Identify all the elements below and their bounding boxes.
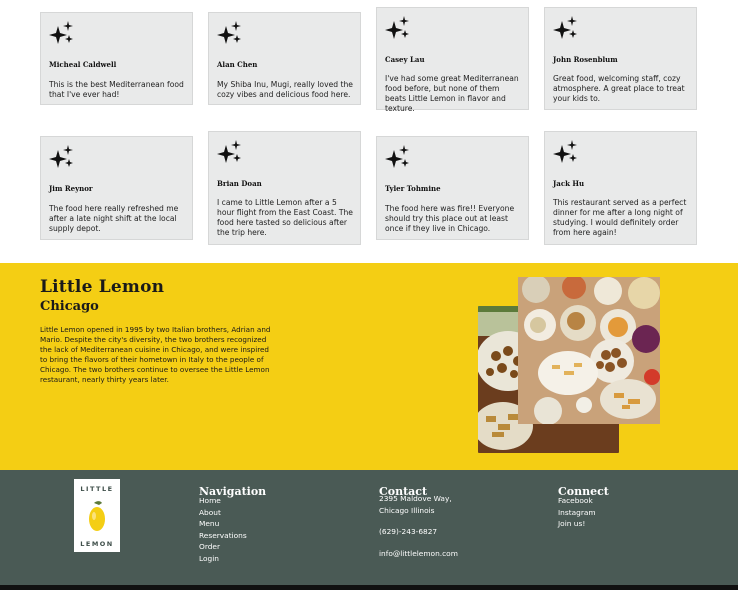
lemon-icon (89, 501, 105, 531)
footer-link-order[interactable]: Order (199, 541, 247, 553)
footer-contact: Contact 2395 Maldove Way, Chicago Illino… (379, 486, 458, 559)
review-text: My Shiba Inu, Mugi, really loved the coz… (217, 80, 353, 99)
reviewer-name: Jack Hu (553, 179, 585, 188)
reviewer-name: Micheal Caldwell (49, 60, 117, 69)
reviewer-name: Tyler Tohmine (385, 184, 441, 193)
footer-link-about[interactable]: About (199, 507, 247, 519)
reviewer-name: Alan Chen (217, 60, 258, 69)
footer-connect: Connect Facebook Instagram Join us! (558, 486, 609, 529)
testimonial-card: Casey Lau I've had some great Mediterran… (376, 7, 529, 113)
reviewer-name: Brian Doan (217, 179, 262, 188)
about-section: Little Lemon Chicago Little Lemon opened… (0, 263, 738, 470)
footer-link-menu[interactable]: Menu (199, 518, 247, 530)
sparkle-icon (217, 140, 241, 163)
review-text: Great food, welcoming staff, cozy atmosp… (553, 74, 685, 103)
sparkle-icon (553, 140, 577, 163)
review-text: The food here was fire!! Everyone should… (385, 204, 515, 233)
footer-link-facebook[interactable]: Facebook (558, 495, 596, 507)
testimonial-card: Brian Doan I came to Little Lemon after … (208, 131, 361, 245)
footer-link-login[interactable]: Login (199, 553, 247, 565)
reviewer-name: John Rosenblum (553, 55, 618, 64)
sparkle-icon (49, 21, 73, 44)
reviewer-name: Jim Reynor (49, 184, 93, 193)
about-description: Little Lemon opened in 1995 by two Itali… (40, 325, 271, 384)
review-text: This is the best Mediterranean food that… (49, 80, 184, 99)
footer-link-instagram[interactable]: Instagram (558, 507, 596, 519)
testimonial-card: Tyler Tohmine The food here was fire!! E… (376, 136, 529, 240)
footer-bottom-bar (0, 585, 738, 590)
sparkle-icon (385, 145, 409, 168)
logo-word-bottom: LEMON (80, 540, 114, 548)
footer-link-join-us[interactable]: Join us! (558, 518, 596, 530)
review-text: I've had some great Mediterranean food b… (385, 74, 519, 113)
food-photo-mezze (518, 277, 660, 424)
little-lemon-logo[interactable]: LITTLE LEMON (74, 479, 120, 552)
sparkle-icon (385, 16, 409, 39)
testimonial-card: Alan Chen My Shiba Inu, Mugi, really lov… (208, 12, 361, 105)
testimonial-card: John Rosenblum Great food, welcoming sta… (544, 7, 697, 110)
footer-link-reservations[interactable]: Reservations (199, 530, 247, 542)
testimonial-card: Jack Hu This restaurant served as a perf… (544, 131, 697, 245)
testimonial-card: Jim Reynor The food here really refreshe… (40, 136, 193, 240)
contact-address-line2: Chicago Illinois (379, 506, 435, 515)
sparkle-icon (553, 16, 577, 39)
sparkle-icon (49, 145, 73, 168)
about-title: Little Lemon (40, 277, 165, 297)
testimonials-section: Micheal Caldwell This is the best Medite… (0, 0, 738, 263)
review-text: The food here really refreshed me after … (49, 204, 179, 233)
sparkle-icon (217, 21, 241, 44)
testimonial-card: Micheal Caldwell This is the best Medite… (40, 12, 193, 105)
footer-navigation: Navigation Home About Menu Reservations … (199, 486, 266, 563)
contact-email-link[interactable]: info@littlelemon.com (379, 549, 458, 558)
contact-phone-link[interactable]: (629)-243-6827 (379, 527, 437, 536)
about-subtitle: Chicago (40, 299, 99, 314)
review-text: This restaurant served as a perfect dinn… (553, 198, 687, 237)
site-footer: LITTLE LEMON Navigation Home About Menu … (0, 470, 738, 585)
footer-link-home[interactable]: Home (199, 495, 247, 507)
reviewer-name: Casey Lau (385, 55, 425, 64)
contact-address-line1: 2395 Maldove Way, (379, 494, 452, 503)
logo-word-top: LITTLE (80, 485, 114, 493)
review-text: I came to Little Lemon after a 5 hour fl… (217, 198, 353, 237)
